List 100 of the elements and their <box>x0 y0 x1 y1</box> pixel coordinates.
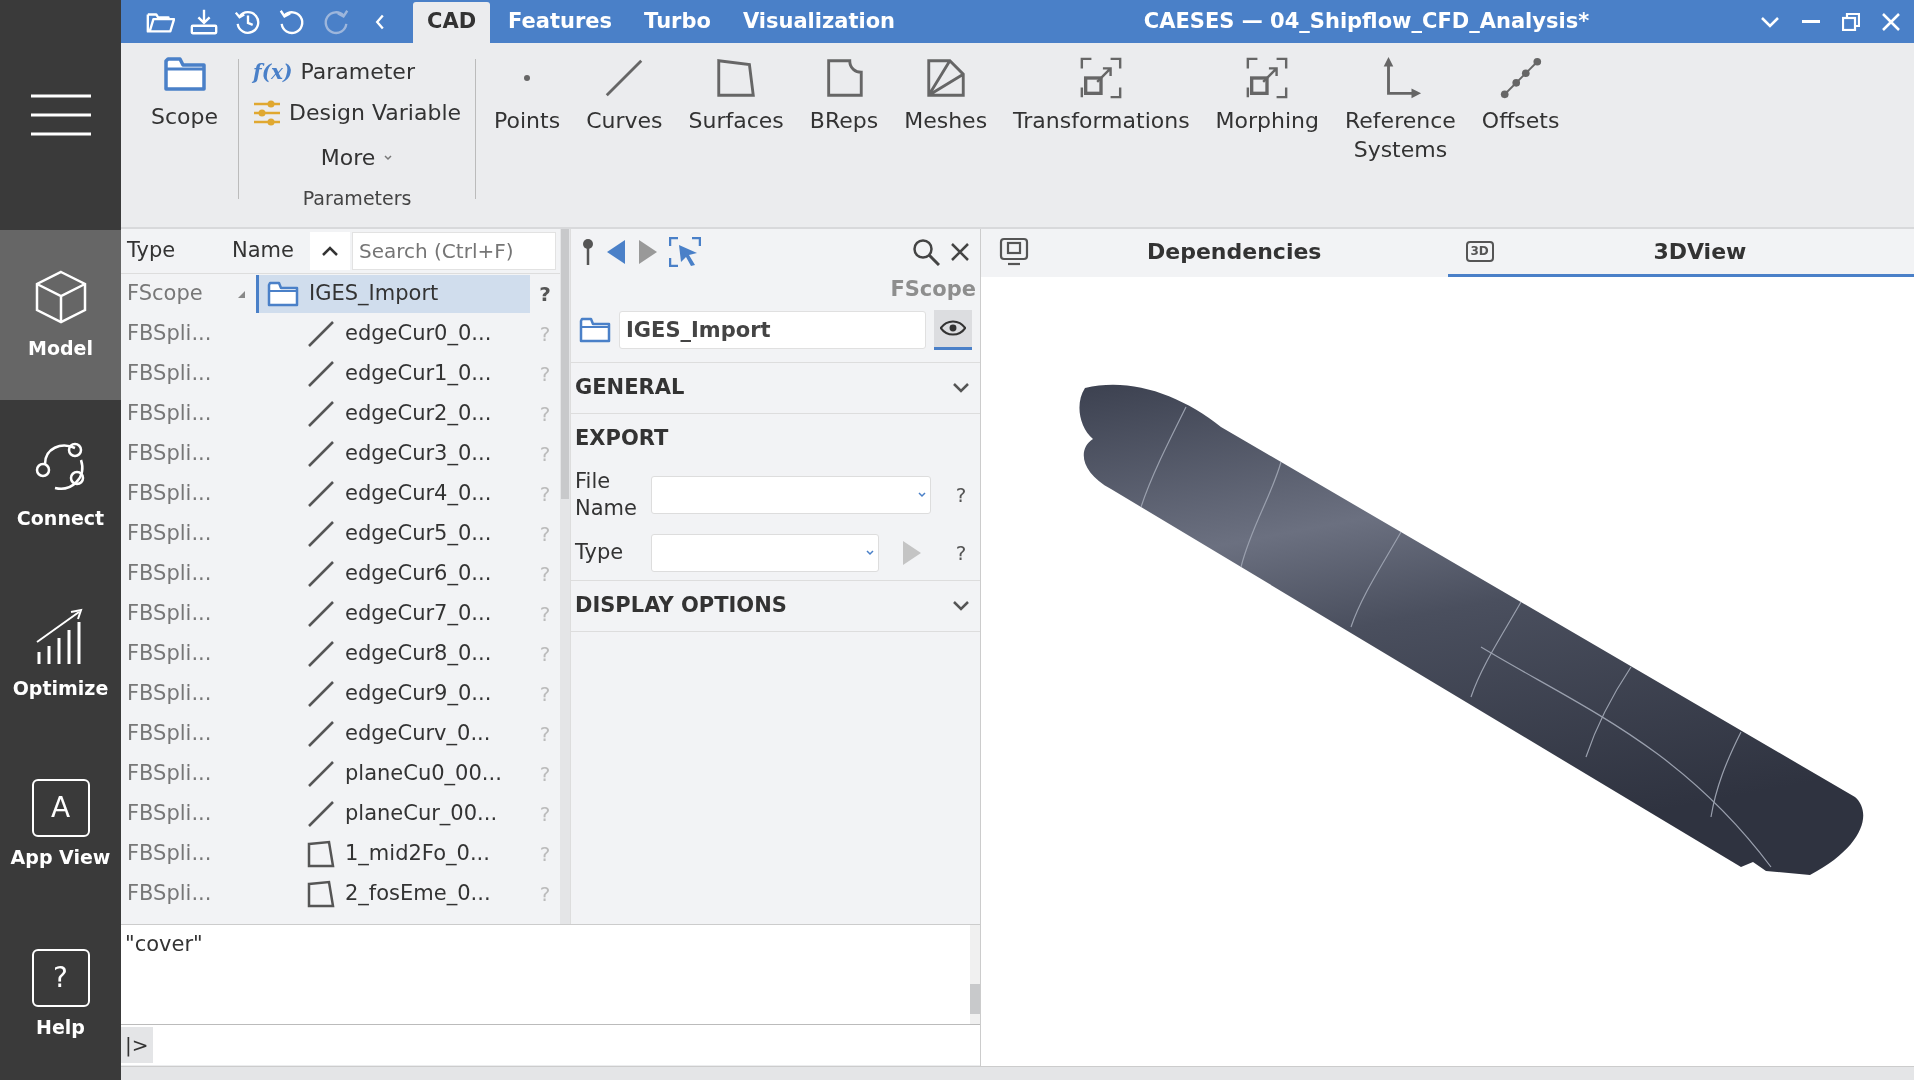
ribbon-tool-button[interactable]: Morphing <box>1205 51 1330 169</box>
ribbon-tool-button[interactable]: Surfaces <box>678 51 794 169</box>
minimize-icon[interactable] <box>1802 19 1820 24</box>
help-button[interactable]: ? <box>946 538 976 569</box>
section-header[interactable]: GENERAL <box>571 362 980 413</box>
tree-item[interactable]: planeCu0_00... <box>296 755 530 793</box>
line-icon <box>307 760 335 788</box>
sidebar-item[interactable]: Model <box>0 230 121 400</box>
field-label: File Name <box>575 467 638 522</box>
function-icon: f(x) <box>253 56 293 87</box>
point-icon <box>523 74 532 82</box>
ribbon-tool-button[interactable]: Reference Systems <box>1335 51 1466 169</box>
type-cell-text: FBSpli... <box>126 720 213 748</box>
scrollbar[interactable] <box>970 925 980 1024</box>
expand-arrow-icon[interactable] <box>236 289 246 299</box>
ribbon-tool-button[interactable]: Transformations <box>1003 51 1200 169</box>
parameter-button[interactable]: f(x) Parameter <box>247 51 421 92</box>
tree-item[interactable]: edgeCur8_0... <box>296 635 530 673</box>
line-icon <box>307 560 335 588</box>
tree-item[interactable]: IGES_Import <box>256 275 530 313</box>
tree-item[interactable]: 2_fosEme_0... <box>296 875 530 913</box>
type-cell-text: FBSpli... <box>126 480 213 508</box>
line-icon <box>307 440 335 468</box>
type-label: FScope <box>889 276 977 303</box>
folder-icon <box>579 316 611 343</box>
chevron-down-icon[interactable] <box>1760 14 1780 29</box>
line-icon <box>307 720 335 748</box>
field-label: Type <box>575 539 625 567</box>
tree-item[interactable]: edgeCur3_0... <box>296 435 530 473</box>
help-button[interactable]: ? <box>946 479 976 510</box>
window-title: CAESES — 04_Shipflow_CFD_Analysis* <box>1142 7 1591 35</box>
dropdown-field[interactable] <box>651 534 879 573</box>
type-cell-text: FBSpli... <box>126 440 213 468</box>
close-icon[interactable] <box>950 241 970 262</box>
ribbon-tool-button[interactable]: Curves <box>576 51 673 169</box>
line-icon <box>307 320 335 348</box>
scope-button[interactable]: Scope <box>139 51 231 136</box>
section-header[interactable]: DISPLAY OPTIONS <box>571 581 980 632</box>
sidebar-item[interactable]: Connect <box>0 400 121 570</box>
tree-item[interactable]: edgeCur0_0... <box>296 315 530 353</box>
ribbon-tool-button[interactable]: Offsets <box>1471 51 1570 169</box>
visibility-toggle[interactable] <box>934 309 972 350</box>
search-field[interactable]: Search (Ctrl+F) <box>352 232 556 270</box>
ribbon-tab[interactable]: CAD <box>413 1 491 43</box>
tree-item[interactable]: 1_mid2Fo_0... <box>296 835 530 873</box>
ribbon-tab[interactable]: Visualization <box>728 1 909 43</box>
line-icon <box>307 360 335 388</box>
forward-arrow-icon[interactable] <box>637 238 659 265</box>
ribbon-tool-button[interactable]: Points <box>484 51 571 169</box>
type-cell-text: FBSpli... <box>126 680 213 708</box>
monitor-icon: 3D <box>1465 241 1494 262</box>
command-prompt: |> <box>121 1027 153 1063</box>
tree-item[interactable]: edgeCur6_0... <box>296 555 530 593</box>
column-header: Type <box>126 237 177 265</box>
sidebar-item[interactable]: A App View <box>0 740 121 910</box>
tree-item[interactable]: planeCur_00... <box>296 795 530 833</box>
quadrilateral-icon <box>307 880 335 908</box>
pin-icon[interactable] <box>581 237 595 266</box>
folder-icon <box>267 281 299 307</box>
select-pointer-icon[interactable] <box>669 236 701 267</box>
ribbon-tool-button[interactable]: Meshes <box>894 51 998 169</box>
tree-item[interactable]: edgeCur9_0... <box>296 675 530 713</box>
folder-icon <box>162 55 207 93</box>
tree-item[interactable]: edgeCur5_0... <box>296 515 530 553</box>
monitor-icon <box>999 236 1029 267</box>
type-cell-text: FBSpli... <box>126 800 213 828</box>
chevron-up-icon[interactable] <box>321 245 339 257</box>
sidebar-item[interactable]: ? Help <box>0 910 121 1080</box>
caret-down-icon <box>866 550 874 557</box>
view-tab[interactable]: Dependencies <box>981 229 1448 277</box>
help-button[interactable]: ? <box>530 279 560 309</box>
tree-item[interactable]: edgeCur1_0... <box>296 355 530 393</box>
tree-item[interactable]: edgeCur2_0... <box>296 395 530 433</box>
design-variable-button[interactable]: Design Variable <box>247 92 468 133</box>
type-cell-text: FBSpli... <box>126 880 213 908</box>
ribbon-tab[interactable]: Turbo <box>630 1 725 43</box>
tree-item[interactable]: edgeCurv_0... <box>296 715 530 753</box>
more-dropdown[interactable]: More <box>314 137 400 178</box>
scrollbar[interactable] <box>560 229 570 924</box>
back-arrow-icon[interactable] <box>605 238 627 265</box>
tree-item[interactable]: edgeCur4_0... <box>296 475 530 513</box>
monitor-icon: A <box>31 778 90 837</box>
type-cell-text: FBSpli... <box>126 520 213 548</box>
type-cell-text: FBSpli... <box>126 360 213 388</box>
type-cell-text: FBSpli... <box>126 760 213 788</box>
search-icon[interactable] <box>912 237 940 266</box>
tree-item[interactable]: edgeCur7_0... <box>296 595 530 633</box>
name-field[interactable]: IGES_Import <box>619 310 926 349</box>
restore-icon[interactable] <box>1842 12 1860 31</box>
eye-icon <box>940 318 966 338</box>
section-header[interactable]: EXPORT <box>571 413 980 464</box>
ribbon-tab[interactable]: Features <box>494 1 627 43</box>
sidebar-item[interactable]: Optimize <box>0 570 121 740</box>
dropdown-field[interactable] <box>651 475 931 514</box>
menu-icon <box>30 94 91 136</box>
ribbon-tool-button[interactable]: BReps <box>799 51 889 169</box>
view-tab[interactable]: 3D 3DView <box>1447 229 1914 277</box>
type-cell-text: FBSpli... <box>126 320 213 348</box>
type-cell-text: FScope <box>126 280 204 308</box>
type-cell-text: FBSpli... <box>126 840 213 868</box>
